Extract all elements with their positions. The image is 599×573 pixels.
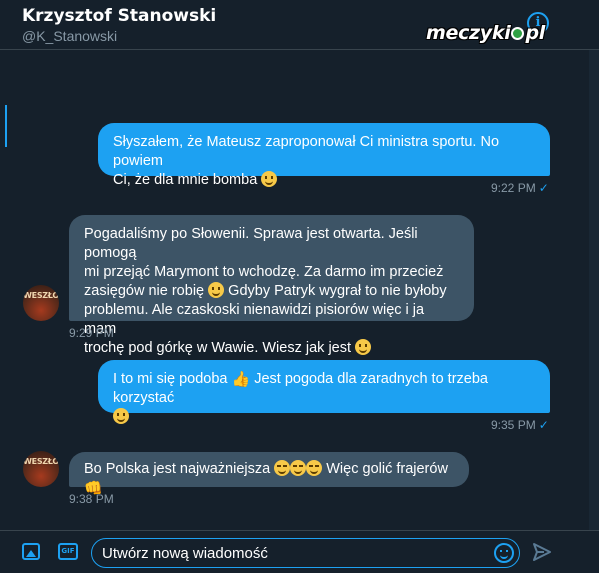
avatar[interactable]: WESZŁO: [23, 285, 59, 321]
message-text: trochę pod górkę w Wawie. Wiesz jak jest: [84, 340, 352, 356]
message-text: Więc golić frajerów: [326, 461, 448, 477]
message-text: mi przejąć Marymont to wchodzę. Za darmo…: [84, 264, 444, 280]
message-bubble-sent[interactable]: Słyszałem, że Mateusz zaproponował Ci mi…: [98, 123, 550, 188]
message-timestamp: 9:22 PM ✓: [491, 181, 549, 195]
avatar-text: WESZŁO: [23, 291, 59, 300]
watermark-logo: meczyki pl: [426, 22, 545, 44]
message-composer: GIF: [0, 530, 599, 573]
read-check-icon: ✓: [538, 181, 549, 195]
message-input-box[interactable]: [91, 538, 520, 568]
message-text: Pogadaliśmy po Słowenii. Sprawa jest otw…: [84, 226, 418, 261]
grinning-face-icon: [113, 408, 129, 424]
thumbs-up-icon: 👍: [231, 370, 251, 388]
ball-icon: [511, 27, 525, 40]
message-timestamp: 9:35 PM ✓: [491, 418, 549, 432]
tears-of-joy-icon: [306, 460, 323, 476]
grinning-face-icon: [261, 171, 278, 187]
message-text: Bo Polska jest najważniejsza: [84, 461, 271, 477]
scrollbar[interactable]: [589, 50, 599, 530]
message-bubble-received[interactable]: Bo Polska jest najważniejsza Więc golić …: [69, 452, 469, 497]
message-bubble-received[interactable]: Pogadaliśmy po Słowenii. Sprawa jest otw…: [69, 215, 474, 356]
grinning-face-icon: [208, 282, 225, 298]
grinning-face-icon: [355, 339, 372, 355]
avatar[interactable]: WESZŁO: [23, 451, 59, 487]
gif-icon[interactable]: GIF: [58, 543, 78, 560]
tears-of-joy-icon: [274, 460, 291, 476]
send-icon[interactable]: [532, 542, 552, 562]
message-timestamp: 9:29 PM: [69, 326, 114, 340]
message-text: I to mi się podoba: [113, 371, 228, 387]
message-input[interactable]: [102, 543, 482, 563]
message-text: Ci, że dla mnie bomba: [113, 172, 258, 188]
avatar-text: WESZŁO: [23, 457, 59, 466]
message-timestamp: 9:38 PM: [69, 492, 114, 506]
contact-handle[interactable]: @K_Stanowski: [22, 28, 117, 44]
message-text: problemu. Ale czaskoski nienawidzi pisio…: [84, 302, 425, 337]
message-bubble-sent[interactable]: I to mi się podoba 👍 Jest pogoda dla zar…: [98, 360, 550, 424]
watermark-domain: pl: [525, 22, 545, 44]
message-text: Gdyby Patryk wygrał to nie byłoby: [228, 283, 447, 299]
read-check-icon: ✓: [538, 418, 549, 432]
conversation-list-accent: [5, 105, 7, 147]
message-text: zasięgów nie robię: [84, 283, 205, 299]
message-text: Słyszałem, że Mateusz zaproponował Ci mi…: [113, 134, 500, 169]
watermark-text: meczyki: [426, 22, 511, 44]
tears-of-joy-icon: [290, 460, 307, 476]
emoji-picker-icon[interactable]: [494, 543, 514, 563]
image-icon[interactable]: [22, 543, 40, 560]
contact-name[interactable]: Krzysztof Stanowski: [22, 6, 216, 26]
